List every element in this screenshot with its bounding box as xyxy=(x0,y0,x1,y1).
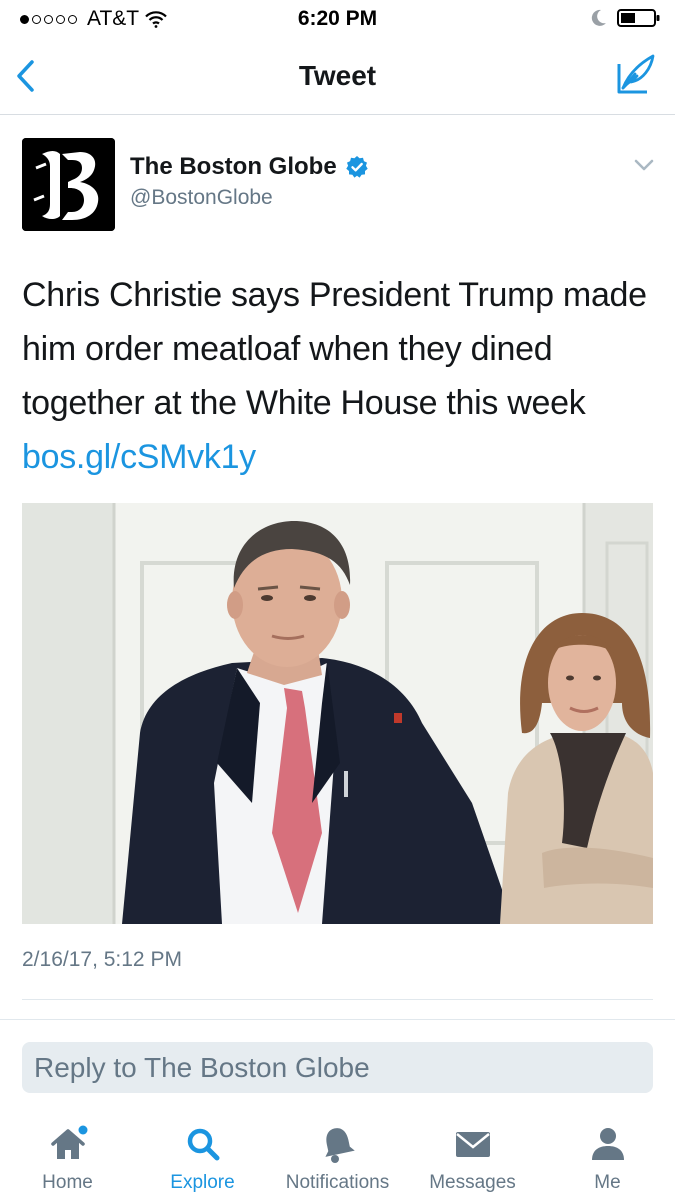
tab-notifications[interactable]: Notifications xyxy=(270,1110,405,1200)
tab-explore[interactable]: Explore xyxy=(135,1110,270,1200)
tweet-timestamp: 2/16/17, 5:12 PM xyxy=(22,948,182,971)
battery-icon xyxy=(617,9,660,27)
tab-label: Messages xyxy=(429,1172,516,1193)
tweet-link[interactable]: bos.gl/cSMvk1y xyxy=(22,438,256,476)
chevron-down-icon[interactable] xyxy=(633,158,655,172)
tweet-body: Chris Christie says President Trump made… xyxy=(22,276,647,422)
reply-input[interactable] xyxy=(22,1042,653,1093)
status-time: 6:20 PM xyxy=(297,7,378,30)
person-icon xyxy=(591,1128,624,1160)
boston-globe-logo xyxy=(22,138,115,231)
tab-label: Me xyxy=(594,1172,621,1193)
bell-icon xyxy=(324,1128,355,1163)
moon-icon xyxy=(591,9,606,26)
photo-illustration xyxy=(22,503,653,924)
search-icon xyxy=(187,1128,219,1161)
envelope-icon xyxy=(455,1132,490,1157)
divider xyxy=(0,1019,675,1020)
tab-messages[interactable]: Messages xyxy=(405,1110,540,1200)
divider xyxy=(22,999,653,1000)
tab-bar: Home Explore Notifications Messages Me xyxy=(0,1110,675,1200)
tab-label: Explore xyxy=(170,1172,235,1193)
tab-label: Notifications xyxy=(285,1172,390,1193)
navigation-bar: Tweet xyxy=(0,38,675,115)
tweet-text: Chris Christie says President Trump made… xyxy=(22,268,657,484)
author-avatar[interactable] xyxy=(22,138,115,231)
author-name-text: The Boston Globe xyxy=(130,153,337,180)
tab-label: Home xyxy=(42,1172,93,1193)
author-name[interactable]: The Boston Globe xyxy=(130,153,369,181)
tweet-photo[interactable] xyxy=(22,503,653,924)
page-title: Tweet xyxy=(298,60,377,91)
status-bar: AT&T 6:20 PM xyxy=(0,0,675,38)
tab-home[interactable]: Home xyxy=(0,1110,135,1200)
tab-me[interactable]: Me xyxy=(540,1110,675,1200)
author-handle[interactable]: @BostonGlobe xyxy=(130,186,273,210)
home-icon xyxy=(50,1125,87,1159)
verified-badge-icon xyxy=(345,156,368,178)
compose-tweet-icon[interactable] xyxy=(613,52,659,98)
